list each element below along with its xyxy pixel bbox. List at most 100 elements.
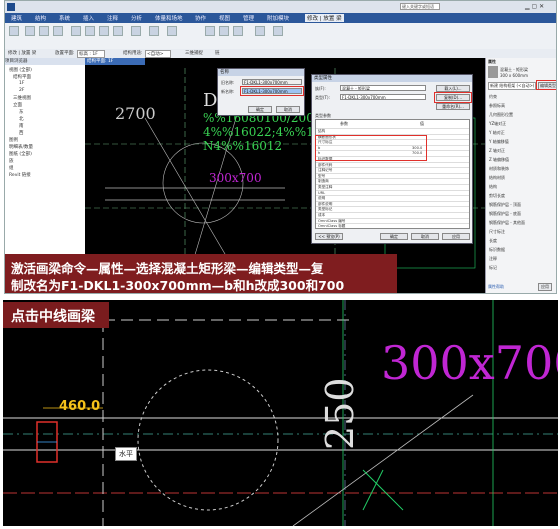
- tab-massing[interactable]: 体量和场地: [155, 14, 183, 22]
- join-icon[interactable]: [53, 26, 63, 36]
- property-row[interactable]: 钢筋保护层 - 底面: [489, 211, 521, 217]
- property-row[interactable]: Y 轴对正: [489, 130, 505, 136]
- create-icon[interactable]: [167, 26, 177, 36]
- instance-selector[interactable]: 新建 结构框架 (<自动>): [488, 82, 537, 90]
- tab-view[interactable]: 视图: [219, 14, 230, 22]
- structural-usage-select[interactable]: <自动>: [145, 50, 171, 58]
- tree-item[interactable]: 明细表/数量: [9, 144, 33, 150]
- search-input[interactable]: 键入关键字或短语: [400, 3, 440, 10]
- new-name-label: 新名称:: [221, 89, 235, 94]
- tab-architecture[interactable]: 建筑: [11, 14, 22, 22]
- dimension-250: 250: [318, 377, 362, 450]
- property-row[interactable]: 钢筋保护层 - 顶面: [489, 202, 521, 208]
- tab-annotate[interactable]: 注释: [107, 14, 118, 22]
- property-row[interactable]: 结构: [489, 184, 497, 190]
- app-logo-icon[interactable]: [7, 3, 15, 11]
- tab-addins[interactable]: 附加模块: [267, 14, 289, 22]
- tree-item[interactable]: 1F: [19, 81, 24, 86]
- tab-structure[interactable]: 结构: [35, 14, 46, 22]
- tree-item[interactable]: 南: [19, 123, 24, 129]
- draw-line-icon[interactable]: [205, 26, 215, 36]
- chain-checkbox[interactable]: 链: [215, 50, 220, 56]
- tree-item[interactable]: 三维视图: [13, 95, 31, 101]
- measure-icon[interactable]: [149, 26, 159, 36]
- tab-systems[interactable]: 系统: [59, 14, 70, 22]
- tree-item[interactable]: 族: [9, 158, 14, 164]
- rename-button[interactable]: 重命名(R)...: [436, 103, 470, 110]
- property-row[interactable]: Y 轴偏移值: [489, 139, 509, 145]
- cut-icon[interactable]: [39, 26, 49, 36]
- revit-screenshot-top: 键入关键字或短语 ▁ ▢ ✕ 建筑 结构 系统 插入 注释 分析 体量和场地 协…: [4, 0, 557, 294]
- tree-item[interactable]: 图纸 (全部): [9, 151, 32, 157]
- property-row[interactable]: 参照标高: [489, 103, 505, 109]
- tree-item[interactable]: 北: [19, 116, 24, 122]
- tab-collaborate[interactable]: 协作: [195, 14, 206, 22]
- copy-icon[interactable]: [99, 26, 109, 36]
- highlight-box: [240, 86, 304, 96]
- property-row[interactable]: YZ轴对正: [489, 121, 506, 127]
- property-row[interactable]: 长度: [489, 238, 497, 244]
- tree-item[interactable]: 2F: [19, 88, 24, 93]
- tree-item[interactable]: 结构平面: [13, 74, 31, 80]
- property-row[interactable]: 约束: [489, 94, 497, 100]
- property-row[interactable]: 注释: [489, 256, 497, 262]
- ribbon-tab-bar: 建筑 结构 系统 插入 注释 分析 体量和场地 协作 视图 管理 附加模块 修改…: [5, 13, 556, 23]
- tree-item[interactable]: 西: [19, 130, 24, 136]
- tab-insert[interactable]: 插入: [83, 14, 94, 22]
- properties-help-link[interactable]: 属性帮助: [488, 284, 504, 290]
- properties-palette: 属性 混凝土 - 矩形梁 300 x 600mm 新建 结构框架 (<自动>) …: [485, 58, 556, 293]
- tree-item[interactable]: 组: [9, 165, 14, 171]
- type-apply-button[interactable]: 应用: [442, 233, 470, 240]
- rename-cancel-button[interactable]: 取消: [276, 106, 300, 113]
- pick-line-icon[interactable]: [233, 26, 243, 36]
- family-select[interactable]: 混凝土 - 矩形梁: [340, 85, 426, 91]
- placement-plane-select[interactable]: 标高 : 1F: [77, 50, 105, 58]
- tree-item[interactable]: 东: [19, 109, 24, 115]
- project-browser-header: 项目浏览器: [5, 58, 85, 65]
- properties-apply-button[interactable]: 应用: [538, 283, 552, 291]
- property-row[interactable]: 结构材质: [489, 175, 505, 181]
- property-row[interactable]: 钢筋保护层 - 其他面: [489, 220, 525, 226]
- value-col-header: 值: [420, 121, 424, 126]
- rename-ok-button[interactable]: 确定: [248, 106, 272, 113]
- properties-header: 属性: [488, 59, 496, 64]
- tab-manage[interactable]: 管理: [243, 14, 254, 22]
- param-row[interactable]: OmniClass 标题: [316, 223, 469, 229]
- move-icon[interactable]: [85, 26, 95, 36]
- type-select[interactable]: F1-DKL1-300x700mm: [340, 94, 426, 100]
- paste-icon[interactable]: [25, 26, 35, 36]
- tree-item[interactable]: Revit 链接: [9, 172, 31, 178]
- type-ok-button[interactable]: 确定: [380, 233, 408, 240]
- param-name: URL: [318, 190, 326, 195]
- tab-modify-place-beam[interactable]: 修改 | 放置 梁: [305, 14, 344, 22]
- draw-arc-icon[interactable]: [219, 26, 229, 36]
- property-row[interactable]: Z 轴对正: [489, 148, 505, 154]
- property-row[interactable]: 几何图形位置: [489, 112, 513, 118]
- tag-icon[interactable]: [273, 26, 283, 36]
- property-row[interactable]: 标识数据: [489, 247, 505, 253]
- caption-line-2: 制改名为F1-DKL1-300x700mm—b和h改成300和700: [11, 278, 345, 293]
- tree-item[interactable]: 立面: [13, 102, 22, 108]
- property-row[interactable]: 材质和装饰: [489, 166, 509, 172]
- highlight-box: [315, 135, 427, 161]
- structural-usage-label: 结构用途:: [123, 51, 143, 56]
- load-button[interactable]: 载入(L)...: [436, 85, 470, 92]
- type-cancel-button[interactable]: 取消: [411, 233, 439, 240]
- revit-screenshot-bottom[interactable]: 460.0 水平 250 300x700: [3, 300, 558, 526]
- rotate-icon[interactable]: [113, 26, 123, 36]
- property-row[interactable]: 尺寸标注: [489, 229, 505, 235]
- modify-tool-icon[interactable]: [9, 26, 19, 36]
- on-grid-icon[interactable]: [255, 26, 265, 36]
- beam-size-label: 300x700: [209, 171, 262, 185]
- tree-item[interactable]: 视图 (全部): [9, 67, 32, 73]
- window-controls[interactable]: ▁ ▢ ✕: [525, 3, 544, 10]
- align-icon[interactable]: [71, 26, 81, 36]
- property-row[interactable]: 标记: [489, 265, 497, 271]
- property-row[interactable]: Z 轴偏移值: [489, 157, 509, 163]
- preview-button[interactable]: << 预览(P): [315, 233, 343, 240]
- property-row[interactable]: 剪切长度: [489, 193, 505, 199]
- tab-analyze[interactable]: 分析: [131, 14, 142, 22]
- view-icon[interactable]: [131, 26, 141, 36]
- 3d-snap-checkbox[interactable]: 三维捕捉: [185, 50, 203, 56]
- tree-item[interactable]: 图例: [9, 137, 18, 143]
